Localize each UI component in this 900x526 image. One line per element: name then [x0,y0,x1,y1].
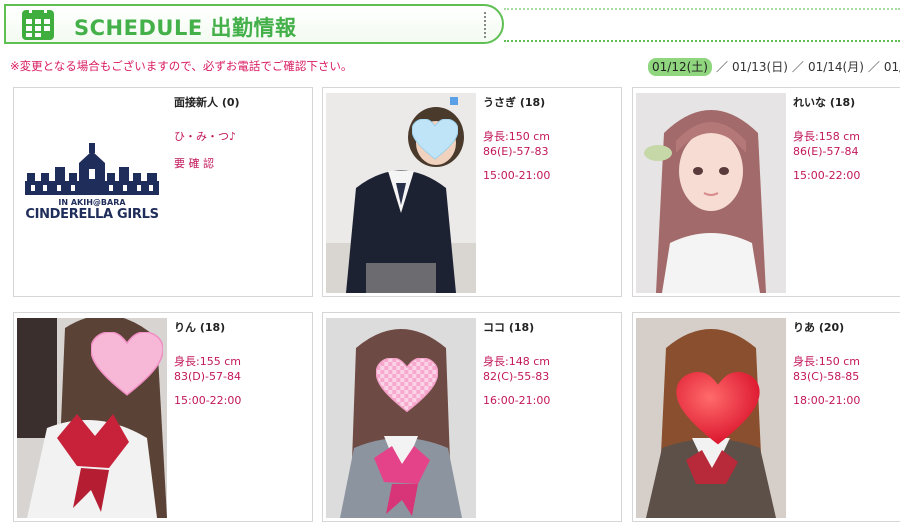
cast-card[interactable]: ココ (18) 身長:148 cm 82(C)-55-83 16:00-21:0… [322,312,622,522]
cast-photo[interactable] [326,318,476,518]
header-dotted-line [504,40,900,42]
cast-size: 86(E)-57-83 [483,145,549,158]
cast-name[interactable]: れいな (18) [793,94,900,110]
cast-time: 18:00-21:00 [793,394,861,407]
cast-card[interactable]: りん (18) 身長:155 cm 83(D)-57-84 15:00-22:0… [13,312,313,522]
cast-time: 16:00-21:00 [483,394,551,407]
header-divider [484,12,486,38]
cast-size: 83(D)-57-84 [174,370,241,383]
cast-time: 要 確 認 [174,157,214,170]
privacy-heart-icon [412,119,458,160]
cast-info: ココ (18) 身長:148 cm 82(C)-55-83 16:00-21:0… [483,319,619,407]
cast-size: 86(E)-57-84 [793,145,859,158]
page-title: SCHEDULE 出勤情報 [74,16,297,40]
top-dotted-line [504,8,900,10]
cast-name[interactable]: りん (18) [174,319,310,335]
cast-height: 身長:155 cm [174,355,241,368]
cast-info: うさぎ (18) 身長:150 cm 86(E)-57-83 15:00-21:… [483,94,619,182]
cast-name[interactable]: うさぎ (18) [483,94,619,110]
date-tab[interactable]: 01/13(日) [732,60,788,74]
cast-info: りん (18) 身長:155 cm 83(D)-57-84 15:00-22:0… [174,319,310,407]
notice-text: ※変更となる場合もございますので、必ずお電話でご確認下さい。 [10,59,353,73]
cast-info: 面接新人 (0) ひ・み・つ♪ 要 確 認 [174,94,310,171]
cast-height: ひ・み・つ♪ [174,130,237,143]
cast-name[interactable]: 面接新人 (0) [174,94,310,110]
date-tab-active[interactable]: 01/12(土) [648,58,712,76]
cast-logo-image[interactable]: IN AKIH@BARA CINDERELLA GIRLS [17,93,167,293]
cast-name[interactable]: りあ (20) [793,319,900,335]
cast-photo[interactable] [17,318,167,518]
cast-height: 身長:158 cm [793,130,860,143]
date-tab[interactable]: 01/ [884,60,900,74]
cast-card[interactable]: IN AKIH@BARA CINDERELLA GIRLS 面接新人 (0) ひ… [13,87,313,297]
logo-subtitle: IN AKIH@BARA [58,198,126,207]
cast-height: 身長:150 cm [793,355,860,368]
cast-card[interactable]: りあ (20) 身長:150 cm 83(C)-58-85 18:00-21:0… [632,312,900,522]
cast-height: 身長:150 cm [483,130,550,143]
cast-photo[interactable] [636,318,786,518]
cast-size: 82(C)-55-83 [483,370,550,383]
date-tab[interactable]: 01/14(月) [808,60,864,74]
cast-time: 15:00-21:00 [483,169,551,182]
calendar-icon [22,7,54,40]
privacy-heart-icon [91,332,163,396]
cast-photo[interactable] [326,93,476,293]
cast-card[interactable]: うさぎ (18) 身長:150 cm 86(E)-57-83 15:00-21:… [322,87,622,297]
cast-name[interactable]: ココ (18) [483,319,619,335]
cast-info: りあ (20) 身長:150 cm 83(C)-58-85 18:00-21:0… [793,319,900,407]
cast-info: れいな (18) 身長:158 cm 86(E)-57-84 15:00-22:… [793,94,900,182]
date-nav: 01/12(土)／01/13(日)／01/14(月)／01/ [648,58,900,76]
cast-time: 15:00-22:00 [174,394,242,407]
cast-time: 15:00-22:00 [793,169,861,182]
cast-size: 83(C)-58-85 [793,370,860,383]
privacy-heart-icon [376,358,438,413]
cast-photo[interactable] [636,93,786,293]
privacy-heart-icon [676,372,760,445]
cast-height: 身長:148 cm [483,355,550,368]
logo-title: CINDERELLA GIRLS [25,207,159,222]
cast-card[interactable]: れいな (18) 身長:158 cm 86(E)-57-84 15:00-22:… [632,87,900,297]
page-header: SCHEDULE 出勤情報 [4,4,504,44]
